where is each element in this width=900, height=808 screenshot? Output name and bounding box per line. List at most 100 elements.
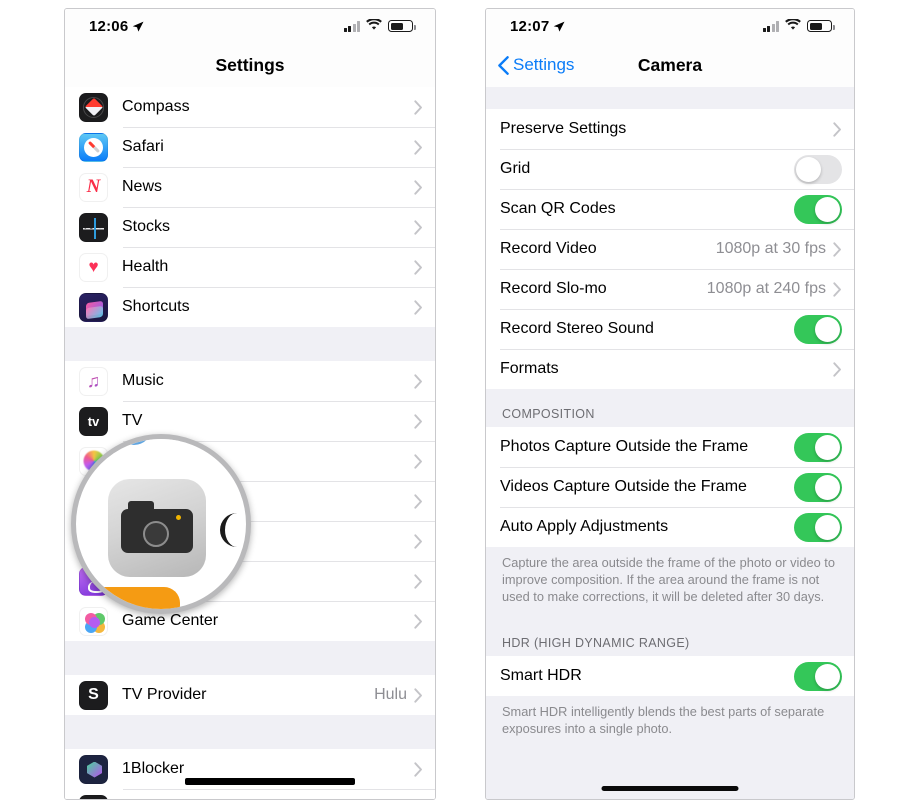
list-section: Smart HDR: [486, 656, 854, 697]
list-item-label: Formats: [500, 360, 559, 377]
chevron-right-icon: [414, 99, 423, 115]
status-bar-left-cluster: 12:06: [89, 18, 144, 35]
home-indicator: [601, 786, 739, 791]
list-item-record-video[interactable]: Record Video 1080p at 30 fps: [486, 229, 854, 269]
back-to-settings-button[interactable]: Settings: [498, 43, 574, 87]
list-item-label: Compass: [122, 98, 190, 115]
section-gap: [65, 641, 435, 675]
list-item-label: News: [122, 178, 163, 195]
chevron-right-icon: [414, 413, 423, 429]
status-bar-left-cluster: 12:07: [510, 18, 565, 35]
section-header-composition: COMPOSITION: [486, 389, 854, 427]
list-item-smart-hdr[interactable]: Smart HDR: [486, 656, 854, 697]
list-item-stocks[interactable]: Stocks: [65, 207, 435, 247]
shortcuts-app-icon: [79, 292, 108, 322]
section-gap: [486, 87, 854, 109]
list-item-music[interactable]: Music: [65, 361, 435, 401]
list-item-record-stereo-sound[interactable]: Record Stereo Sound: [486, 309, 854, 349]
list-section: Photos Capture Outside the Frame Videos C…: [486, 427, 854, 547]
toggle-photos-capture-outside-the-frame[interactable]: [794, 432, 842, 462]
chevron-right-icon: [414, 179, 423, 195]
camera-app-icon-magnified: [108, 479, 206, 577]
section-header-hdr-high-dynamic-range: HDR (HIGH DYNAMIC RANGE): [486, 618, 854, 657]
gamecenter-app-icon: [79, 606, 108, 636]
list-item-news[interactable]: News: [65, 167, 435, 207]
list-item-label: Music: [122, 372, 164, 389]
location-arrow-icon: [553, 20, 565, 32]
location-arrow-icon: [132, 20, 144, 32]
chevron-right-icon: [414, 761, 423, 777]
list-item-compass[interactable]: Compass: [65, 87, 435, 127]
safari-app-icon: [79, 132, 108, 162]
chevron-right-icon: [414, 299, 423, 315]
list-item-safari[interactable]: Safari: [65, 127, 435, 167]
list-section: Compass Safari News Stocks Health Shortcuts: [65, 87, 435, 327]
chevron-right-icon: [414, 219, 423, 235]
status-bar-time: 12:07: [510, 17, 550, 35]
list-item-label: Health: [122, 258, 169, 275]
list-item-label: Auto Apply Adjustments: [500, 518, 669, 535]
toggle-scan-qr-codes[interactable]: [794, 194, 842, 224]
status-bar-right: 12:07: [486, 9, 854, 43]
list-item-shortcuts[interactable]: Shortcuts: [65, 287, 435, 327]
chevron-right-icon: [414, 533, 423, 549]
list-item-value: Hulu: [374, 686, 407, 703]
list-section: TV Provider Hulu: [65, 675, 435, 715]
nav-bar-settings: Settings: [65, 43, 435, 87]
tv-app-icon: [79, 406, 108, 436]
chevron-partial: [220, 513, 238, 547]
news-app-icon: [79, 172, 108, 202]
back-button-label: Settings: [513, 55, 575, 74]
stocks-app-icon: [79, 212, 108, 242]
toggle-videos-capture-outside-the-frame[interactable]: [794, 472, 842, 502]
toggle-auto-apply-adjustments[interactable]: [794, 512, 842, 542]
1blocker-app-icon: [79, 754, 108, 784]
list-item-formats[interactable]: Formats: [486, 349, 854, 389]
list-item-tv-provider[interactable]: TV Provider Hulu: [65, 675, 435, 715]
chevron-right-icon: [833, 281, 842, 297]
list-item-scan-qr-codes[interactable]: Scan QR Codes: [486, 189, 854, 229]
toggle-grid[interactable]: [794, 154, 842, 184]
list-item-label: Videos Capture Outside the Frame: [500, 478, 747, 495]
tv-app-icon-partial: [88, 439, 180, 467]
chevron-right-icon: [414, 139, 423, 155]
list-item-preserve-settings[interactable]: Preserve Settings: [486, 109, 854, 149]
chevron-right-icon: [414, 493, 423, 509]
list-item-videos-capture-outside-the-frame[interactable]: Videos Capture Outside the Frame: [486, 467, 854, 507]
chevron-right-icon: [833, 241, 842, 257]
list-item-label: Record Stereo Sound: [500, 320, 654, 337]
section-footer: Smart HDR intelligently blends the best …: [486, 696, 854, 751]
camera-settings-loupe: [71, 434, 251, 614]
section-gap: [65, 715, 435, 749]
list-item-label: Record Video: [500, 240, 597, 257]
toggle-smart-hdr[interactable]: [794, 661, 842, 691]
list-item-label: TV: [122, 412, 143, 429]
list-item-label: Game Center: [122, 612, 219, 629]
list-item-value: 1080p at 240 fps: [706, 280, 826, 297]
list-item-value: 1080p at 30 fps: [715, 240, 826, 257]
status-bar-right-cluster: [343, 17, 416, 35]
redaction-bar-left: [185, 778, 355, 785]
page-title: Camera: [637, 54, 703, 75]
chevron-right-icon: [414, 453, 423, 469]
iphone-camera-settings-screen: 12:07 Settings Camera Preserve Settings …: [485, 8, 855, 800]
list-item-tv[interactable]: TV: [65, 401, 435, 441]
camera-settings-list[interactable]: Preserve Settings Grid Scan QR Codes Record…: [486, 87, 854, 799]
battery-icon: [807, 20, 835, 32]
list-item-grid[interactable]: Grid: [486, 149, 854, 189]
tvprovider-app-icon: [79, 680, 108, 710]
toggle-record-stereo-sound[interactable]: [794, 314, 842, 344]
list-item-label: Photos Capture Outside the Frame: [500, 438, 749, 455]
chevron-right-icon: [414, 573, 423, 589]
status-bar-right-cluster: [762, 17, 835, 35]
list-item-photos-capture-outside-the-frame[interactable]: Photos Capture Outside the Frame: [486, 427, 854, 467]
compass-app-icon: [79, 92, 108, 122]
list-item-label: Grid: [500, 160, 531, 177]
list-item-health[interactable]: Health: [65, 247, 435, 287]
list-item-auto-apply-adjustments[interactable]: Auto Apply Adjustments: [486, 507, 854, 547]
cellular-bars-icon: [762, 20, 779, 32]
list-item-record-slo-mo[interactable]: Record Slo-mo 1080p at 240 fps: [486, 269, 854, 309]
list-item-activity[interactable]: Activity++: [65, 789, 435, 799]
list-item-label: Preserve Settings: [500, 120, 627, 137]
wifi-icon: [366, 17, 382, 35]
